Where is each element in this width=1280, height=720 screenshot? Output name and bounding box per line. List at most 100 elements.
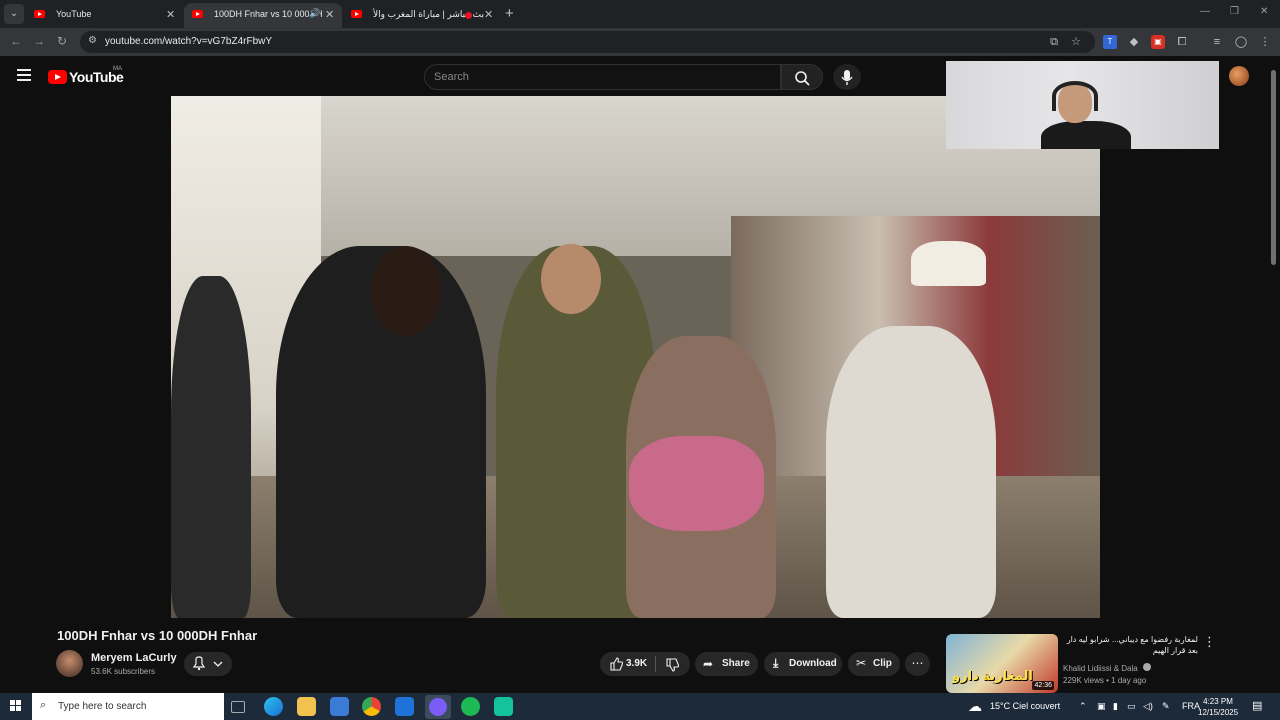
- minimize-icon[interactable]: —: [1200, 6, 1210, 17]
- active-app-highlight[interactable]: [425, 695, 451, 719]
- extension-diamond-icon[interactable]: ◆: [1127, 35, 1141, 49]
- recommended-video-title[interactable]: لمغاربة رفضوا مع ديباني... شرابو ليه دار…: [1063, 634, 1198, 656]
- recommended-video-meta: 229K views • 1 day ago: [1063, 676, 1147, 685]
- mail-icon[interactable]: [395, 697, 414, 716]
- channel-name[interactable]: Meryem LaCurly: [91, 652, 177, 664]
- share-button[interactable]: ➦ Share: [695, 652, 758, 676]
- download-icon: ⤓: [773, 656, 779, 670]
- search-box: [424, 64, 781, 90]
- edge-icon[interactable]: [264, 697, 283, 716]
- close-tab-icon[interactable]: ✕: [166, 8, 175, 21]
- install-app-icon[interactable]: ⧉: [1047, 35, 1061, 49]
- back-icon[interactable]: ←: [10, 34, 22, 48]
- share-label: Share: [722, 658, 750, 669]
- weather-cloud-icon: ☁: [968, 698, 982, 714]
- bookmark-star-icon[interactable]: ☆: [1069, 35, 1083, 49]
- close-tab-icon[interactable]: ✕: [325, 8, 335, 21]
- recommended-channel-name: Khalid Lidiissi & Dala: [1063, 664, 1138, 673]
- account-avatar[interactable]: [1229, 66, 1249, 86]
- file-explorer-icon[interactable]: [297, 697, 316, 716]
- page-scrollbar[interactable]: [1271, 70, 1276, 265]
- clip-label: Clip: [873, 658, 892, 669]
- extension-red-icon[interactable]: ▣: [1151, 35, 1165, 49]
- tab-live-match[interactable]: بث مباشر | مباراة المغرب والأ ✕: [343, 3, 501, 28]
- share-arrow-icon: ➦: [703, 657, 714, 671]
- windows-start-icon[interactable]: [10, 700, 22, 712]
- app-icon[interactable]: [494, 697, 513, 716]
- clock-date: 12/15/2025: [1198, 708, 1239, 717]
- tab-search-button[interactable]: ⌄: [4, 4, 24, 24]
- webcam-overlay: [946, 61, 1219, 149]
- like-button[interactable]: [608, 656, 624, 675]
- address-bar[interactable]: ⚙ youtube.com/watch?v=vG7bZ4rFbwY: [80, 31, 1095, 53]
- speaker-icon[interactable]: 🔊: [309, 8, 321, 19]
- task-view-icon[interactable]: [231, 701, 245, 713]
- subscriber-count: 53.6K subscribers: [91, 667, 156, 676]
- tray-app-icon[interactable]: ▣: [1097, 701, 1106, 712]
- close-tab-icon[interactable]: ✕: [484, 8, 493, 21]
- video-person-cap: [911, 241, 986, 286]
- notifications-icon[interactable]: ▤: [1252, 699, 1262, 712]
- download-label: Download: [789, 658, 837, 669]
- search-input[interactable]: [434, 71, 764, 83]
- tab-current-video[interactable]: 100DH Fnhar vs 10 000DH F 🔊 ✕: [184, 3, 342, 28]
- pen-icon[interactable]: ✎: [1162, 701, 1170, 712]
- scissors-icon: ✂: [856, 656, 867, 670]
- weather-text[interactable]: 15°C Ciel couvert: [990, 701, 1060, 711]
- profile-icon[interactable]: ◯: [1234, 35, 1248, 49]
- close-window-icon[interactable]: ✕: [1260, 6, 1268, 17]
- country-code: MA: [113, 66, 122, 72]
- tab-youtube[interactable]: YouTube ✕: [26, 3, 181, 28]
- new-tab-button[interactable]: +: [505, 5, 514, 22]
- store-icon[interactable]: [330, 697, 349, 716]
- search-icon: [795, 71, 810, 86]
- recommended-video-thumbnail[interactable]: المغاربة دارو 42:36: [946, 634, 1058, 693]
- chrome-menu-icon[interactable]: ⋮: [1258, 35, 1272, 49]
- youtube-favicon-icon: [192, 10, 203, 18]
- video-person: [826, 326, 996, 618]
- reload-icon[interactable]: ↻: [57, 34, 67, 48]
- recording-dot-icon: [465, 12, 472, 19]
- network-icon[interactable]: ▭: [1127, 701, 1136, 712]
- chrome-icon[interactable]: [362, 697, 381, 716]
- verified-icon: [1142, 663, 1151, 671]
- site-info-icon[interactable]: ⚙: [88, 35, 97, 46]
- divider: [655, 656, 656, 672]
- search-button[interactable]: [781, 64, 823, 90]
- recommended-channel[interactable]: Khalid Lidiissi & Dala: [1063, 663, 1151, 673]
- extensions-puzzle-icon[interactable]: ⧠: [1175, 35, 1189, 49]
- volume-icon[interactable]: ◁): [1143, 701, 1153, 712]
- voice-search-button[interactable]: [833, 64, 861, 90]
- taskbar-search-box[interactable]: ⌕ Type here to search: [32, 693, 224, 720]
- video-person: [171, 276, 251, 618]
- notification-bell-button[interactable]: [184, 652, 232, 676]
- channel-avatar[interactable]: [56, 650, 83, 677]
- thumbnail-text: المغاربة دارو: [952, 668, 1033, 683]
- clock-time: 4:23 PM: [1203, 697, 1233, 706]
- video-person-face: [541, 244, 601, 314]
- bell-icon: [192, 656, 223, 671]
- tray-mic-icon[interactable]: ▮: [1113, 701, 1118, 712]
- youtube-favicon-icon: [351, 10, 362, 18]
- like-dislike-group: 3.9K: [600, 652, 690, 676]
- clip-button[interactable]: ✂ Clip: [848, 652, 900, 676]
- media-control-icon[interactable]: ≡: [1210, 35, 1224, 49]
- dislike-button[interactable]: [664, 657, 680, 676]
- maximize-icon[interactable]: ❐: [1230, 6, 1239, 17]
- video-bag: [629, 436, 764, 531]
- translate-extension-icon[interactable]: T: [1103, 35, 1117, 49]
- video-person-hair: [371, 246, 441, 336]
- menu-icon[interactable]: [17, 69, 31, 81]
- recommendation-menu-icon[interactable]: ⋮: [1203, 634, 1216, 650]
- tray-chevron-icon[interactable]: ⌃: [1079, 701, 1087, 712]
- taskbar-clock[interactable]: 4:23 PM 12/15/2025: [1198, 696, 1238, 718]
- webcam-shirt: [1041, 121, 1131, 149]
- video-player[interactable]: [171, 96, 1100, 618]
- taskbar-search-placeholder: Type here to search: [58, 701, 147, 712]
- forward-icon[interactable]: →: [33, 34, 45, 48]
- thumbs-up-icon: [610, 657, 624, 671]
- more-actions-icon[interactable]: ⋯: [905, 652, 930, 676]
- windows-taskbar: ⌕ Type here to search ☁ 15°C Ciel couver…: [0, 693, 1280, 720]
- download-button[interactable]: ⤓ Download: [764, 652, 842, 676]
- spotify-icon[interactable]: [461, 697, 480, 716]
